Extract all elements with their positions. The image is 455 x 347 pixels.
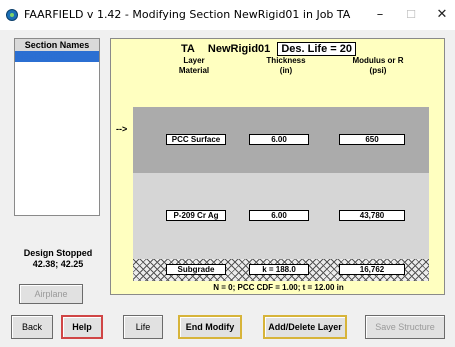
- layer-thickness-cell[interactable]: k = 188.0: [249, 264, 309, 275]
- layer-modulus-cell[interactable]: 650: [339, 134, 405, 145]
- design-status-values: 42.38; 42.25: [32, 259, 84, 269]
- layer-thickness-cell[interactable]: 6.00: [249, 134, 309, 145]
- life-button[interactable]: Life: [123, 315, 163, 339]
- design-summary: N = 0; PCC CDF = 1.00; t = 12.00 in: [213, 283, 344, 292]
- column-header-material-line2: Material: [178, 66, 210, 75]
- column-header-thickness: Thickness (in): [251, 56, 321, 76]
- column-header-modulus-line2: (psi): [369, 66, 387, 75]
- current-layer-arrow: -->: [116, 124, 128, 134]
- help-button[interactable]: Help: [61, 315, 103, 339]
- add-delete-layer-button[interactable]: Add/Delete Layer: [263, 315, 347, 339]
- close-button[interactable]: ✕: [432, 5, 452, 25]
- layer-material-cell[interactable]: Subgrade: [166, 264, 226, 275]
- layer-modulus-cell[interactable]: 43,780: [339, 210, 405, 221]
- job-name: TA: [181, 43, 195, 55]
- end-modify-button[interactable]: End Modify: [178, 315, 242, 339]
- layer-subgrade[interactable]: Subgrade k = 188.0 16,762: [133, 259, 429, 281]
- layer-p209-cr-ag[interactable]: P-209 Cr Ag 6.00 43,780: [133, 173, 429, 259]
- column-header-modulus-line1: Modulus or R: [352, 56, 404, 65]
- design-status-label: Design Stopped: [23, 248, 93, 258]
- save-structure-button[interactable]: Save Structure: [365, 315, 445, 339]
- design-life-box: Des. Life = 20: [277, 42, 356, 56]
- design-status: Design Stopped 42.38; 42.25: [16, 248, 100, 270]
- app-icon: [6, 9, 18, 21]
- client-area: Section Names NewRigid01 Design Stopped …: [0, 30, 455, 347]
- column-header-thickness-line2: (in): [279, 66, 293, 75]
- section-names-list[interactable]: Section Names NewRigid01: [14, 38, 100, 216]
- title-bar: FAARFIELD v 1.42 - Modifying Section New…: [0, 0, 455, 30]
- window-title: FAARFIELD v 1.42 - Modifying Section New…: [24, 8, 351, 21]
- column-header-modulus: Modulus or R (psi): [339, 56, 417, 76]
- layer-modulus-cell[interactable]: 16,762: [339, 264, 405, 275]
- minimize-button[interactable]: –: [370, 5, 390, 25]
- layer-material-cell[interactable]: P-209 Cr Ag: [166, 210, 226, 221]
- back-button[interactable]: Back: [11, 315, 53, 339]
- column-header-material: Layer Material: [159, 56, 229, 76]
- structure-diagram: TA NewRigid01 Des. Life = 20 Layer Mater…: [110, 38, 445, 295]
- app-window: FAARFIELD v 1.42 - Modifying Section New…: [0, 0, 455, 347]
- layer-thickness-cell[interactable]: 6.00: [249, 210, 309, 221]
- layer-material-cell[interactable]: PCC Surface: [166, 134, 226, 145]
- airplane-button[interactable]: Airplane: [19, 284, 83, 304]
- section-names-header: Section Names: [15, 39, 99, 51]
- section-item-newrigid01[interactable]: NewRigid01: [15, 51, 99, 62]
- section-name: NewRigid01: [207, 43, 271, 55]
- diagram-title: TA NewRigid01 Des. Life = 20: [181, 42, 421, 56]
- maximize-button[interactable]: ☐: [401, 5, 421, 25]
- column-header-material-line1: Layer: [183, 56, 205, 65]
- layer-pcc-surface[interactable]: PCC Surface 6.00 650: [133, 107, 429, 175]
- column-header-thickness-line1: Thickness: [266, 56, 306, 65]
